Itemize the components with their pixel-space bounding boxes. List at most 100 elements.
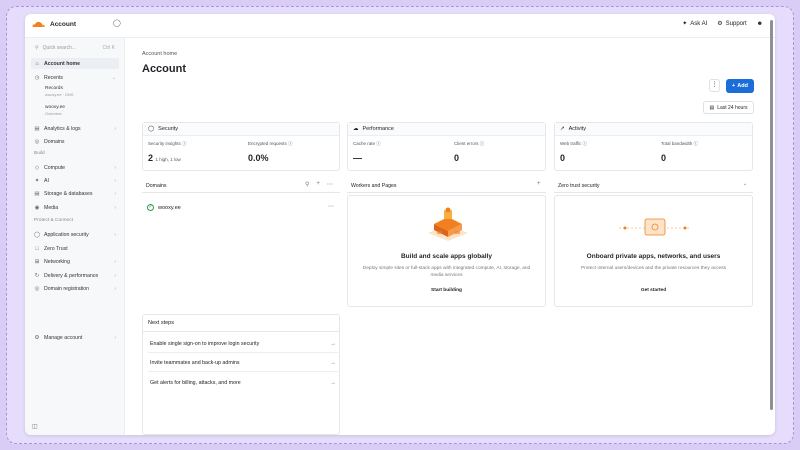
chevron-right-icon: › [114, 190, 116, 197]
sidebar-item-domains[interactable]: ◎ Domains [31, 136, 119, 147]
get-started-button[interactable]: Get started [635, 285, 672, 296]
domain-name: wooxy.ee [158, 204, 181, 211]
cloudflare-logo[interactable] [32, 20, 46, 28]
chevron-right-icon: › [114, 272, 116, 279]
add-button[interactable]: + Add [726, 79, 754, 93]
sidebar-item-label: Application security [44, 231, 89, 238]
plus-icon[interactable]: + [316, 181, 320, 188]
search-icon[interactable]: ⚲ [305, 181, 309, 188]
account-switcher[interactable]: Account [50, 21, 76, 28]
next-steps-header: Next steps [148, 320, 174, 326]
card-header: ◯ Security [143, 123, 339, 136]
metric-label: Web traffic ⓘ [560, 141, 588, 146]
vertical-scrollbar[interactable] [770, 20, 773, 410]
calendar-icon: ▤ [709, 104, 715, 111]
next-step-label: Invite teammates and back-up admins [150, 360, 240, 366]
activity-card: ↗ Activity Web traffic ⓘ 0 Total bandwid… [554, 122, 753, 171]
metric-value[interactable]: 0 [560, 153, 565, 163]
breadcrumb[interactable]: Account home [142, 51, 177, 57]
card-title: Security [158, 126, 179, 132]
zero-trust-header[interactable]: Zero trust security [558, 183, 600, 189]
next-step-item[interactable]: Enable single sign-on to improve login s… [148, 336, 338, 353]
workers-description: Deploy simple sites or full-stack apps w… [362, 266, 531, 278]
sidebar-item-storage[interactable]: ▤ Storage & databases › [31, 188, 119, 199]
chart-icon: ▤ [34, 125, 40, 132]
lock-icon: □ [35, 245, 39, 252]
metric-subtext: 1 high, 1 low [155, 157, 181, 162]
check-circle-icon: ✓ [147, 204, 154, 211]
app-window: Account ◯ ✦ Ask AI ⚙ Support ☻ ⚲ Quick sea… [25, 14, 775, 435]
divider [143, 331, 339, 332]
gear-icon: ⚙ [34, 334, 40, 341]
time-range-selector[interactable]: ▤ Last 24 hours [703, 101, 754, 114]
top-bar: Account ◯ ✦ Ask AI ⚙ Support ☻ [25, 14, 775, 38]
arrow-right-icon: → [330, 341, 336, 347]
metric-value[interactable]: 0.0% [248, 153, 269, 163]
more-options-button[interactable]: ⋮ [709, 79, 720, 92]
ask-ai-button[interactable]: ✦ Ask AI [682, 20, 707, 28]
domain-list-item[interactable]: ✓ wooxy.ee [147, 204, 181, 211]
metric-label: Encrypted requests ⓘ [248, 141, 293, 146]
sidebar-item-recents[interactable]: ◷ Recents ⌄ [31, 72, 119, 83]
start-building-button[interactable]: Start building [425, 285, 468, 296]
sidebar: ⚲ Quick search... Ctrl K ⌂ Account home … [25, 38, 125, 435]
sidebar-item-networking[interactable]: ⊞ Networking › [31, 256, 119, 267]
metric-label: Cache rate ⓘ [353, 141, 381, 146]
sidebar-item-app-security[interactable]: ◯ Application security › [31, 229, 119, 240]
info-icon[interactable]: ⓘ [288, 141, 293, 146]
sidebar-item-compute[interactable]: ◇ Compute › [31, 162, 119, 173]
clock-icon: ◷ [34, 74, 40, 81]
sidebar-item-ai[interactable]: ✦ AI › [31, 175, 119, 186]
metric-value[interactable]: 0 [454, 153, 459, 163]
next-step-item[interactable]: Get alerts for billing, attacks, and mor… [148, 374, 338, 391]
sidebar-item-label: Manage account [44, 334, 83, 341]
arrow-right-icon: → [330, 379, 336, 386]
sidebar-item-zero-trust[interactable]: □ Zero Trust [31, 243, 119, 254]
sidebar-item-account-home[interactable]: ⌂ Account home [31, 58, 119, 69]
chevron-down-icon[interactable]: ⌄ [743, 181, 747, 187]
info-icon[interactable]: ⓘ [480, 141, 485, 146]
metric-value[interactable]: 0 [661, 153, 666, 163]
domain-more-icon[interactable]: ⋯ [328, 203, 334, 210]
card-header: ☁ Performance [348, 123, 545, 136]
help-icon: ⚙ [717, 21, 723, 27]
next-step-item[interactable]: Invite teammates and back-up admins → [148, 355, 338, 372]
media-icon: ◉ [34, 204, 40, 211]
quick-search-input[interactable]: ⚲ Quick search... Ctrl K [31, 42, 119, 54]
sidebar-item-label: Networking [44, 258, 70, 265]
info-icon[interactable]: ⓘ [583, 141, 588, 146]
support-label: Support [725, 20, 747, 27]
recent-item-wooxy[interactable]: wooxy.ee Overview [45, 105, 65, 117]
plus-icon: + [732, 83, 736, 89]
recent-subtitle: wooxy.ee · DNS [45, 92, 74, 97]
home-icon: ⌂ [35, 60, 39, 67]
security-card: ◯ Security Security insights ⓘ 2 1 high,… [142, 122, 340, 171]
info-icon[interactable]: ⓘ [182, 141, 187, 146]
zero-trust-title: Onboard private apps, networks, and user… [586, 253, 721, 260]
plus-icon[interactable]: + [537, 181, 541, 187]
user-menu-button[interactable]: ☻ [757, 21, 763, 27]
notification-icon[interactable]: ◯ [113, 19, 121, 27]
collapse-sidebar-icon[interactable]: ◫ [32, 423, 38, 430]
support-button[interactable]: ⚙ Support [717, 20, 747, 28]
sidebar-item-label: AI [44, 177, 49, 184]
sidebar-item-manage-account[interactable]: ⚙ Manage account › [31, 332, 119, 343]
cloud-icon: ☁ [353, 126, 359, 132]
chevron-right-icon: › [114, 334, 116, 341]
chevron-right-icon: › [114, 164, 116, 171]
info-icon[interactable]: ⓘ [694, 141, 699, 146]
info-icon[interactable]: ⓘ [376, 141, 381, 146]
sidebar-item-media[interactable]: ◉ Media › [31, 202, 119, 213]
domains-header[interactable]: Domains [146, 183, 166, 189]
workers-header[interactable]: Workers and Pages [351, 183, 396, 189]
sidebar-item-delivery[interactable]: ↻ Delivery & performance › [31, 270, 119, 281]
metric-value[interactable]: — [353, 153, 362, 163]
next-steps-card: Next steps Enable single sign-on to impr… [142, 314, 340, 435]
more-icon[interactable]: ⋯ [327, 181, 333, 188]
sidebar-item-analytics[interactable]: ▤ Analytics & logs › [31, 123, 119, 134]
next-step-label: Get alerts for billing, attacks, and mor… [150, 379, 241, 386]
sidebar-item-label: Storage & databases [44, 190, 93, 197]
recent-item-records[interactable]: Records wooxy.ee · DNS [45, 86, 74, 98]
metric-value[interactable]: 2 1 high, 1 low [148, 153, 181, 163]
sidebar-item-domain-registration[interactable]: ◎ Domain registration › [31, 283, 119, 294]
